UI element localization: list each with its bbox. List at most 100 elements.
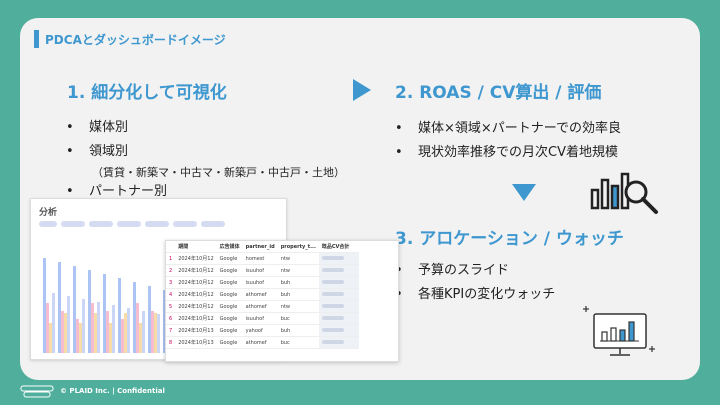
footer-text: © PLAID Inc. | Confidential: [60, 387, 165, 395]
table-cell: 2024年10月12: [175, 264, 217, 277]
table-cell: isuuhof: [242, 312, 278, 325]
column-header: 広告媒体: [216, 241, 243, 253]
filter-chip: [145, 221, 169, 227]
table-cell: isuuhof: [242, 276, 278, 289]
data-table: 期間 広告媒体 partner_id property_t... 既品CV合計 …: [166, 241, 359, 349]
chart-bar: [157, 314, 160, 353]
section1-list: 媒体別 領域別: [63, 116, 128, 164]
table-row: 6 2024年10月12 Google isuuhof buc: [166, 312, 359, 325]
table-cell: ntw: [277, 252, 319, 265]
table-cell: 4: [166, 288, 176, 301]
table-cell-cv: [318, 276, 359, 289]
section3-item: 予算のスライド: [392, 259, 555, 283]
table-cell: 6: [166, 312, 176, 325]
section3-list: 予算のスライド 各種KPIの変化ウォッチ: [392, 259, 555, 307]
table-cell: ntw: [277, 264, 319, 277]
table-cell: 1: [166, 252, 176, 265]
section3-heading: 3. アロケーション / ウォッチ: [395, 229, 624, 249]
table-cell: yahoof: [242, 324, 278, 337]
chart-bar: [52, 293, 55, 353]
table-row: 5 2024年10月12 Google athomef ntw: [166, 300, 359, 313]
arrow-down-icon: [512, 184, 536, 201]
chart-bar: [112, 305, 115, 353]
filter-chip: [173, 221, 197, 227]
filter-chip: [117, 221, 141, 227]
chart-bar: [82, 299, 85, 353]
chart-bar: [58, 262, 61, 353]
table-cell: Google: [216, 264, 243, 277]
footer: © PLAID Inc. | Confidential: [20, 383, 165, 399]
section1-sub-note: （賃貸・新築マ・中古マ・新築戸・中古戸・土地）: [92, 166, 345, 179]
chart-bar: [97, 302, 100, 353]
table-cell: 2024年10月12: [175, 252, 217, 265]
column-header: property_t...: [277, 241, 319, 253]
table-cell: Google: [216, 276, 243, 289]
filter-chip: [61, 221, 85, 227]
chart-bar: [148, 286, 151, 353]
section1-item: 領域別: [63, 140, 128, 164]
section2-item: 現状効率推移での月次CV着地規模: [392, 141, 621, 165]
chart-bar: [127, 308, 130, 353]
chart-bar: [133, 282, 136, 353]
table-row: 2 2024年10月12 Google isuuhof ntw: [166, 264, 359, 277]
table-cell: 2024年10月13: [175, 336, 217, 349]
chart-bar: [49, 323, 52, 353]
table-cell: buc: [277, 312, 319, 325]
column-header: [166, 241, 176, 253]
table-cell: buh: [277, 288, 319, 301]
table-cell: homest: [242, 252, 278, 265]
chart-bar: [106, 311, 109, 353]
table-cell-cv: [318, 336, 359, 349]
table-cell: Google: [216, 324, 243, 337]
table-cell-cv: [318, 288, 359, 301]
section3-item: 各種KPIの変化ウォッチ: [392, 283, 555, 307]
chart-bar: [154, 313, 157, 353]
panel-title: 分析: [39, 208, 58, 218]
chart-bar: [103, 274, 106, 353]
chart-bar: [73, 266, 76, 353]
column-header: partner_id: [242, 241, 278, 253]
chart-bar: [79, 323, 82, 353]
table-cell-cv: [318, 264, 359, 277]
chart-bar: [88, 270, 91, 353]
table-row: 4 2024年10月12 Google athomef buh: [166, 288, 359, 301]
filter-chip: [201, 221, 225, 227]
table-cell: Google: [216, 288, 243, 301]
dashboard-table-screenshot: 期間 広告媒体 partner_id property_t... 既品CV合計 …: [165, 240, 399, 362]
table-cell-cv: [318, 324, 359, 337]
table-cell: athomef: [242, 336, 278, 349]
chart-bar: [61, 311, 64, 353]
slide-title-text: PDCAとダッシュボードイメージ: [45, 32, 226, 47]
table-row: 7 2024年10月13 Google yahoof buh: [166, 324, 359, 337]
table-cell: buc: [277, 336, 319, 349]
chart-bar: [94, 313, 97, 353]
blurred-value: [321, 303, 344, 308]
table-row: 8 2024年10月13 Google athomef buc: [166, 336, 359, 349]
arrow-right-icon: [353, 79, 371, 101]
table-cell: 3: [166, 276, 176, 289]
table-cell: Google: [216, 336, 243, 349]
table-cell: 2024年10月12: [175, 276, 217, 289]
blurred-value: [321, 255, 344, 260]
table-cell: 7: [166, 324, 176, 337]
section2-item: 媒体×領域×パートナーでの効率良: [392, 117, 621, 141]
table-row: 3 2024年10月12 Google isuuhof buh: [166, 276, 359, 289]
monitor-chart-icon: [583, 306, 655, 356]
table-cell-cv: [318, 252, 359, 265]
table-cell: ntw: [277, 300, 319, 313]
chart-bar: [109, 323, 112, 353]
chart-bar: [67, 296, 70, 353]
section1-item: 媒体別: [63, 116, 128, 140]
table-cell: Google: [216, 300, 243, 313]
column-header: 既品CV合計: [318, 241, 359, 253]
column-header: 期間: [175, 241, 217, 253]
chart-bar: [118, 278, 121, 353]
table-cell: athomef: [242, 288, 278, 301]
blurred-value: [321, 291, 344, 296]
chart-bar: [136, 303, 139, 353]
table-cell: buh: [277, 276, 319, 289]
table-cell: 2: [166, 264, 176, 277]
plaid-logo-icon: [20, 385, 54, 398]
chart-bar: [64, 313, 67, 353]
slide-title: PDCAとダッシュボードイメージ: [20, 28, 226, 50]
